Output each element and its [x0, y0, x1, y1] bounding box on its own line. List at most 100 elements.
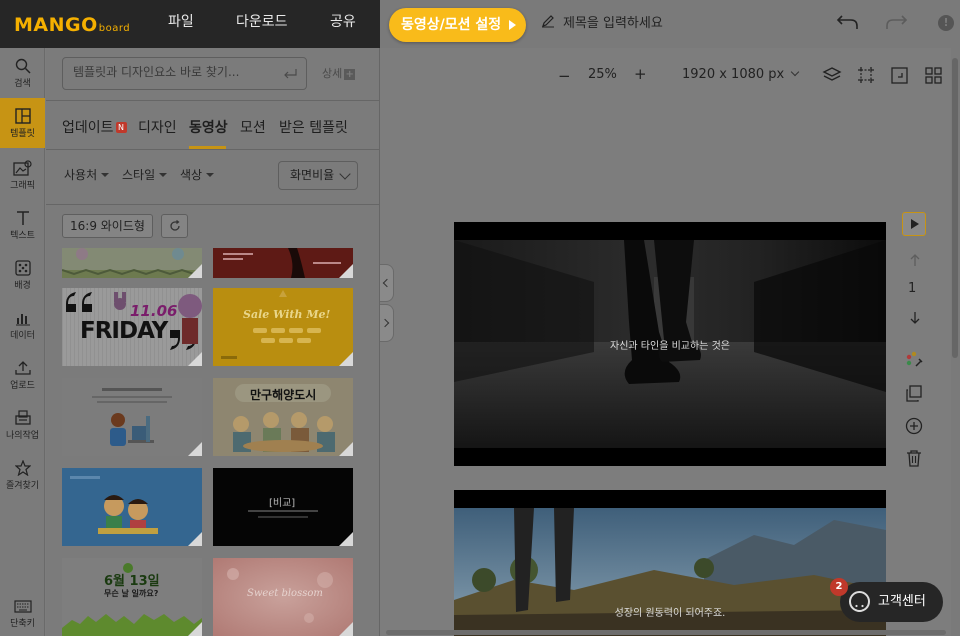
- template-search-box: [62, 57, 307, 90]
- vertical-scrollbar[interactable]: [951, 48, 960, 636]
- caret-down-icon: [159, 173, 168, 177]
- slide-1[interactable]: 자신과 타인을 비교하는 것은: [454, 222, 886, 466]
- thumbnail-art: [213, 288, 353, 366]
- rail-search[interactable]: 검색: [0, 48, 45, 98]
- template-thumbnail[interactable]: [62, 468, 202, 546]
- rail-data[interactable]: 데이터: [0, 300, 45, 350]
- template-thumbnail[interactable]: FRIDAY 11.06: [62, 288, 202, 366]
- favorite-corner: [188, 352, 202, 366]
- favorite-corner: [339, 352, 353, 366]
- text-icon: [16, 211, 29, 225]
- motion-settings-button[interactable]: 동영상/모션 설정: [389, 8, 526, 42]
- detail-search-button[interactable]: 상세 +: [322, 65, 356, 81]
- filter-style[interactable]: 스타일: [122, 166, 168, 183]
- chevron-down-icon: [790, 67, 800, 77]
- mango-logo[interactable]: MANGOboard: [14, 14, 130, 36]
- rail-template[interactable]: 템플릿: [0, 98, 45, 148]
- template-thumbnail[interactable]: [213, 248, 353, 278]
- tab-video[interactable]: 동영상: [189, 117, 228, 137]
- template-thumbnail[interactable]: 6월 13일 무슨 날 일까요?: [62, 558, 202, 636]
- menu-file[interactable]: 파일: [168, 0, 194, 48]
- thumbnail-subtitle: 무슨 날 일까요?: [104, 589, 159, 598]
- grid-view-icon[interactable]: [925, 67, 942, 84]
- enter-icon[interactable]: [282, 67, 298, 81]
- scrollbar-thumb[interactable]: [952, 58, 958, 358]
- chevron-down-icon: [339, 168, 351, 180]
- duplicate-icon[interactable]: [905, 385, 923, 403]
- template-thumbnail[interactable]: [62, 378, 202, 456]
- aspect-ratio-dropdown[interactable]: 화면비율: [278, 161, 358, 190]
- template-thumbnail[interactable]: Sweet blossom: [213, 558, 353, 636]
- resize-frame-icon[interactable]: [857, 66, 875, 84]
- logo-sub-text: board: [98, 23, 131, 34]
- customer-center-label: 고객센터: [878, 594, 926, 609]
- filter-label: 스타일: [122, 168, 156, 182]
- upload-icon: [14, 361, 31, 375]
- rail-graphic[interactable]: 그래픽: [0, 150, 45, 200]
- template-search-input[interactable]: [73, 65, 273, 79]
- zoom-out-button[interactable]: −: [558, 67, 571, 85]
- rail-text[interactable]: 텍스트: [0, 200, 45, 250]
- plus-icon: +: [344, 69, 356, 80]
- horizontal-scrollbar[interactable]: [384, 628, 950, 636]
- favorite-corner: [188, 622, 202, 636]
- rail-shortcuts[interactable]: 단축키: [0, 588, 45, 636]
- undo-icon[interactable]: [836, 13, 860, 33]
- tab-received-templates[interactable]: 받은 템플릿: [279, 117, 348, 137]
- play-preview-button[interactable]: [902, 212, 926, 236]
- arrow-down-icon[interactable]: [908, 311, 922, 325]
- favorite-corner: [339, 532, 353, 546]
- ratio-label: 화면비율: [290, 168, 335, 182]
- zoom-level[interactable]: 25%: [588, 67, 617, 82]
- background-icon: [14, 260, 31, 276]
- thumbnail-title: 6월 13일: [104, 574, 160, 589]
- active-filter-chip[interactable]: 16:9 와이드형: [62, 214, 153, 238]
- slide-2[interactable]: 성장의 원동력이 되어주죠.: [454, 490, 886, 636]
- add-page-icon[interactable]: [905, 417, 923, 435]
- caret-down-icon: [101, 173, 110, 177]
- layers-icon[interactable]: [822, 66, 842, 84]
- expand-panel-handle[interactable]: [380, 304, 394, 342]
- divider: [46, 204, 380, 205]
- menu-share[interactable]: 공유: [330, 0, 356, 48]
- document-title-input[interactable]: 제목을 입력하세요: [563, 12, 663, 31]
- rail-my-work[interactable]: 나의작업: [0, 400, 45, 450]
- tab-label: 업데이트: [62, 120, 114, 136]
- zoom-in-button[interactable]: +: [634, 65, 647, 83]
- arrow-up-icon[interactable]: [908, 253, 922, 267]
- favorite-corner: [339, 264, 353, 278]
- template-icon: [14, 108, 31, 124]
- play-triangle-icon: [509, 20, 516, 30]
- search-icon: [15, 58, 31, 74]
- menu-download[interactable]: 다운로드: [236, 0, 288, 48]
- canvas-size-dropdown[interactable]: 1920 x 1080 px: [682, 67, 800, 82]
- trash-icon[interactable]: [906, 449, 922, 467]
- reset-filter-button[interactable]: [161, 214, 188, 238]
- tab-update[interactable]: 업데이트 N: [62, 117, 127, 137]
- filter-color[interactable]: 색상: [180, 166, 215, 183]
- thumbnail-art: [62, 468, 202, 546]
- favorite-corner: [188, 442, 202, 456]
- tab-design[interactable]: 디자인: [138, 117, 177, 137]
- rail-favorites[interactable]: 즐겨찾기: [0, 450, 45, 500]
- template-thumbnail[interactable]: Sale With Me!: [213, 288, 353, 366]
- rail-background[interactable]: 배경: [0, 250, 45, 300]
- guide-icon[interactable]: [891, 67, 908, 84]
- collapse-panel-handle[interactable]: [380, 264, 394, 302]
- favorite-corner: [339, 622, 353, 636]
- rail-upload[interactable]: 업로드: [0, 350, 45, 400]
- customer-center-button[interactable]: 고객센터: [840, 582, 943, 622]
- template-thumbnail[interactable]: 만구해양도시: [213, 378, 353, 456]
- rail-label: 텍스트: [10, 231, 35, 241]
- scrollbar-thumb[interactable]: [386, 630, 946, 635]
- template-thumbnail[interactable]: [비교]: [213, 468, 353, 546]
- color-dropper-icon[interactable]: [904, 350, 924, 370]
- rail-label: 나의작업: [5, 431, 40, 441]
- star-icon: [14, 460, 31, 476]
- keyboard-icon: [13, 600, 32, 613]
- redo-icon[interactable]: [884, 13, 908, 33]
- tab-motion[interactable]: 모션: [240, 117, 266, 137]
- alert-icon[interactable]: !: [938, 15, 954, 31]
- filter-usage[interactable]: 사용처: [64, 166, 110, 183]
- template-thumbnail[interactable]: [62, 248, 202, 278]
